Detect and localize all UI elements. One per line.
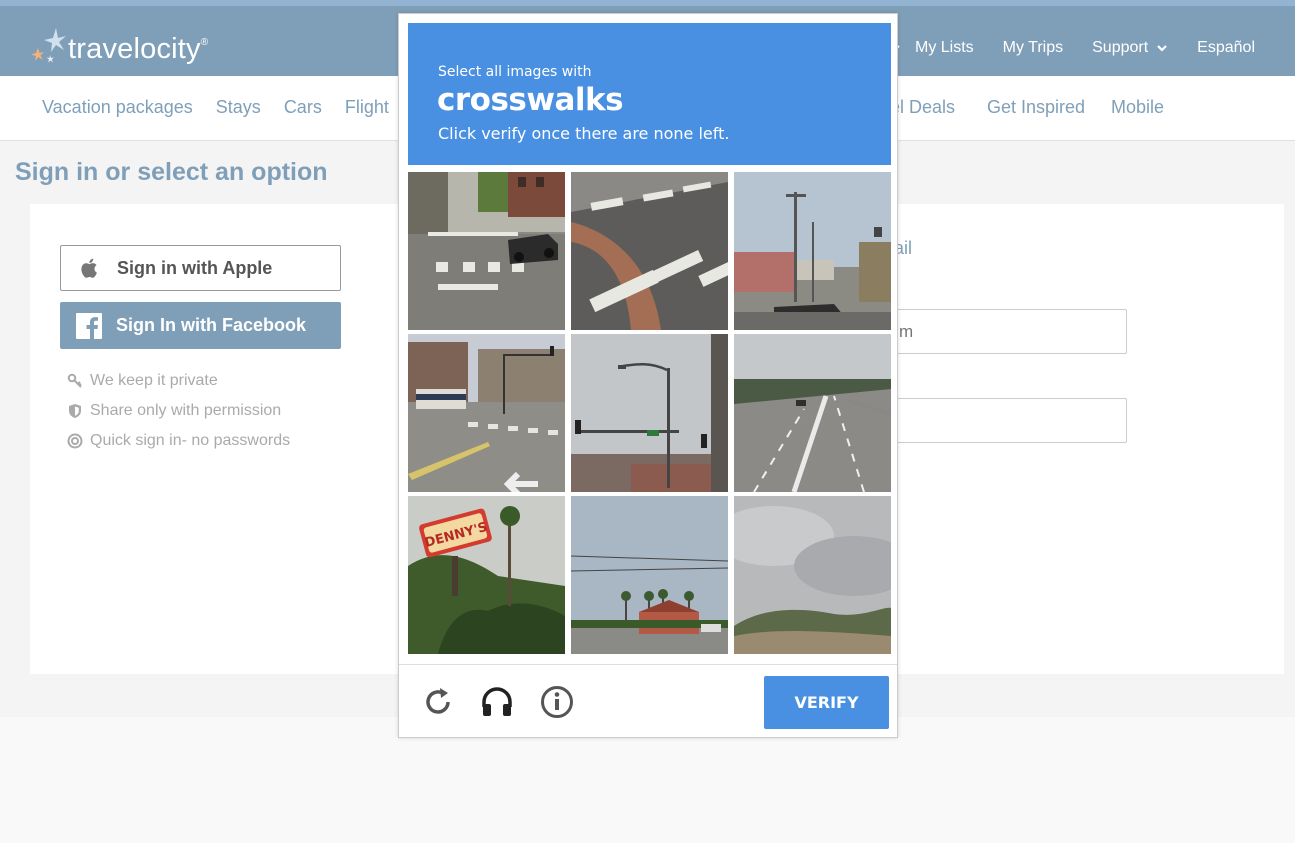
captcha-tile-3[interactable]: [734, 172, 891, 330]
email-field[interactable]: [892, 309, 1127, 354]
highway-image: [734, 334, 891, 492]
sign-in-apple-button[interactable]: Sign in with Apple: [60, 245, 341, 291]
reload-icon[interactable]: [421, 685, 455, 719]
captcha-tile-9[interactable]: [734, 496, 891, 654]
nav-support-label: Support: [1092, 39, 1149, 56]
nav-my-lists[interactable]: My Lists: [915, 39, 974, 57]
captcha-image-grid: DENNY'S: [408, 172, 892, 656]
captcha-header: Select all images with crosswalks Click …: [408, 23, 891, 165]
info-icon[interactable]: [540, 685, 574, 719]
perk-quick-label: Quick sign in- no passwords: [90, 432, 291, 449]
street-lamps-image: [734, 172, 891, 330]
top-nav: My Lists My Trips Support Español: [890, 36, 1295, 60]
subnav-get-inspired[interactable]: Get Inspired: [987, 97, 1085, 118]
captcha-tile-6[interactable]: [734, 334, 891, 492]
dennys-sign-image: DENNY'S: [408, 496, 565, 654]
subnav-travel-deals[interactable]: el Deals: [890, 97, 955, 118]
captcha-tile-4[interactable]: [408, 334, 565, 492]
captcha-tile-2[interactable]: [571, 172, 728, 330]
captcha-tile-1[interactable]: [408, 172, 565, 330]
subnav-cars[interactable]: Cars: [284, 97, 322, 118]
cloudy-sky-image: [734, 496, 891, 654]
captcha-tile-8[interactable]: [571, 496, 728, 654]
logo-stars-icon: [28, 26, 70, 68]
captcha-footer: VERIFY: [399, 664, 897, 737]
perk-private: We keep it private: [67, 366, 290, 396]
captcha-instruction: Select all images with: [438, 64, 592, 80]
password-field[interactable]: [892, 398, 1127, 443]
captcha-tile-7[interactable]: DENNY'S: [408, 496, 565, 654]
key-icon: [67, 373, 82, 388]
nav-espanol[interactable]: Español: [1197, 39, 1255, 57]
trademark: ®: [200, 36, 209, 48]
subnav-mobile[interactable]: Mobile: [1111, 97, 1164, 118]
brand-name: travelocity: [68, 32, 201, 65]
travelocity-logo[interactable]: travelocity ®: [28, 26, 208, 68]
subnav-vacation-packages[interactable]: Vacation packages: [42, 97, 193, 118]
nav-espanol-label: Español: [1197, 39, 1255, 56]
apple-label: Sign in with Apple: [117, 257, 273, 278]
sign-in-facebook-button[interactable]: Sign In with Facebook: [60, 302, 341, 349]
captcha-target: crosswalks: [437, 82, 624, 118]
facebook-label: Sign In with Facebook: [116, 315, 307, 335]
nav-my-lists-label: My Lists: [915, 39, 974, 56]
page-title: Sign in or select an option: [15, 158, 328, 186]
audio-headphones-icon[interactable]: [480, 685, 514, 719]
intersection-bus-image: [408, 334, 565, 492]
facebook-icon: [76, 312, 102, 339]
email-input[interactable]: [893, 310, 1126, 353]
quick-signin-icon: [67, 433, 83, 449]
subnav-stays[interactable]: Stays: [216, 97, 261, 118]
crosswalk-closeup-image: [571, 172, 728, 330]
restaurant-palms-image: [571, 496, 728, 654]
perk-quick: Quick sign in- no passwords: [67, 426, 290, 456]
nav-my-trips-label: My Trips: [1002, 39, 1064, 56]
perk-permission-label: Share only with permission: [90, 402, 282, 419]
perks-list: We keep it private Share only with permi…: [67, 366, 290, 456]
subnav-flights[interactable]: Flight: [345, 97, 389, 118]
password-input[interactable]: [893, 399, 1126, 442]
recaptcha-challenge: Select all images with crosswalks Click …: [398, 13, 898, 738]
traffic-signal-image: [571, 334, 728, 492]
nav-my-trips[interactable]: My Trips: [1003, 39, 1063, 57]
perk-permission: Share only with permission: [67, 396, 290, 426]
perk-private-label: We keep it private: [90, 372, 218, 389]
street-crosswalk-image: [408, 172, 565, 330]
apple-icon: [81, 258, 97, 278]
chevron-down-icon: [1157, 45, 1167, 52]
nav-support[interactable]: Support: [1092, 39, 1168, 57]
shield-icon: [69, 404, 81, 418]
captcha-hint: Click verify once there are none left.: [438, 124, 730, 143]
verify-button[interactable]: VERIFY: [764, 676, 889, 729]
captcha-tile-5[interactable]: [571, 334, 728, 492]
